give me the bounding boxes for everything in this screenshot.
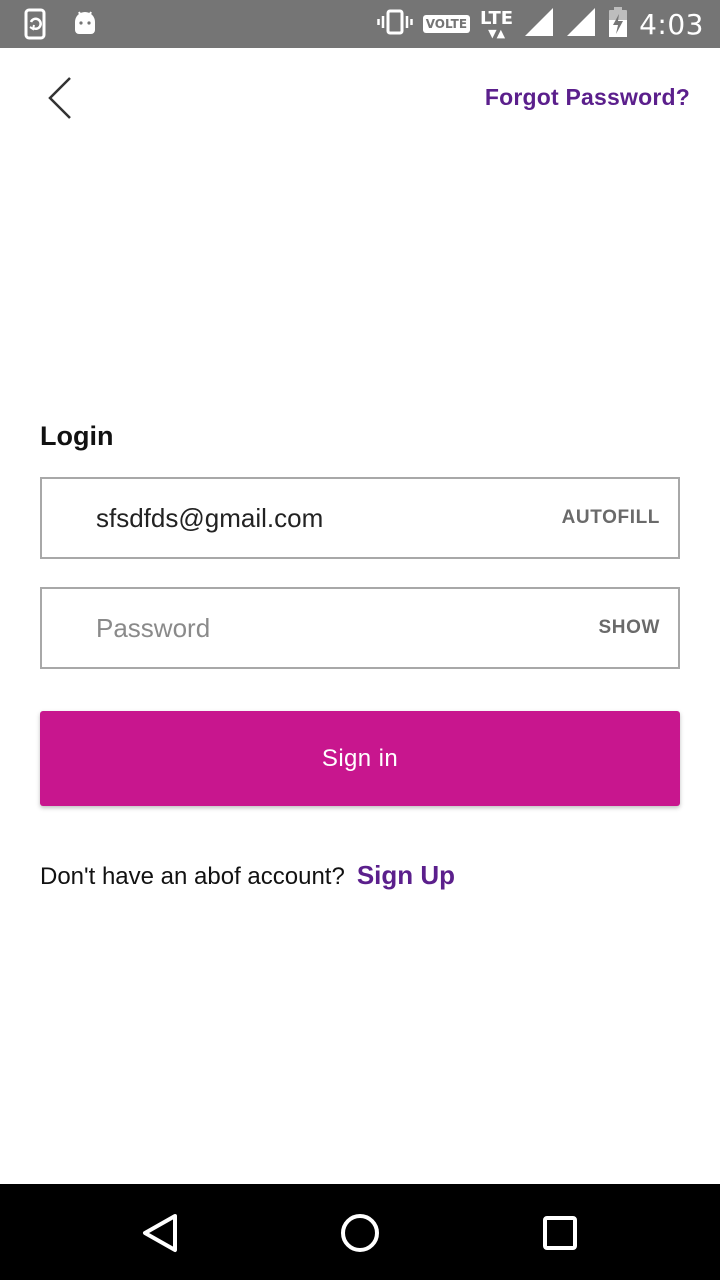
nav-recents-button[interactable] — [535, 1208, 585, 1258]
chevron-left-icon — [48, 77, 71, 119]
triangle-back-icon — [143, 1214, 177, 1252]
lte-label: LTE — [480, 7, 514, 29]
signal-icon — [523, 6, 555, 43]
password-field: SHOW — [40, 587, 680, 669]
android-debug-icon — [72, 10, 98, 43]
signup-row: Don't have an abof account? Sign Up — [40, 860, 455, 891]
password-input[interactable] — [96, 589, 536, 667]
signal-icon — [565, 6, 597, 43]
autofill-button[interactable]: AUTOFILL — [562, 479, 660, 557]
status-left-icons — [22, 8, 98, 45]
vibrate-icon — [376, 9, 413, 40]
status-bar: VOLTE LTE ▼▲ 4:03 — [0, 0, 720, 48]
lte-indicator: LTE ▼▲ — [480, 7, 514, 40]
battery-charging-icon — [607, 6, 629, 43]
login-title: Login — [40, 421, 114, 451]
nav-home-button[interactable] — [335, 1208, 385, 1258]
status-time: 4:03 — [639, 7, 704, 41]
sign-up-link[interactable]: Sign Up — [357, 860, 455, 891]
navigation-bar — [0, 1184, 720, 1280]
nav-back-button[interactable] — [135, 1208, 185, 1258]
screen-rotate-icon — [22, 8, 50, 45]
signup-prompt: Don't have an abof account? — [40, 863, 345, 890]
data-arrows-icon: ▼▲ — [488, 26, 506, 40]
back-button[interactable] — [36, 70, 88, 126]
square-recents-icon — [543, 1216, 577, 1250]
forgot-password-link[interactable]: Forgot Password? — [485, 84, 690, 111]
sign-in-button[interactable]: Sign in — [40, 711, 680, 806]
email-field: AUTOFILL — [40, 477, 680, 559]
email-input[interactable] — [96, 479, 536, 557]
status-right-icons: VOLTE LTE ▼▲ 4:03 — [376, 0, 704, 48]
volte-badge: VOLTE — [422, 15, 471, 33]
show-password-button[interactable]: SHOW — [598, 589, 660, 667]
circle-home-icon — [341, 1214, 379, 1252]
